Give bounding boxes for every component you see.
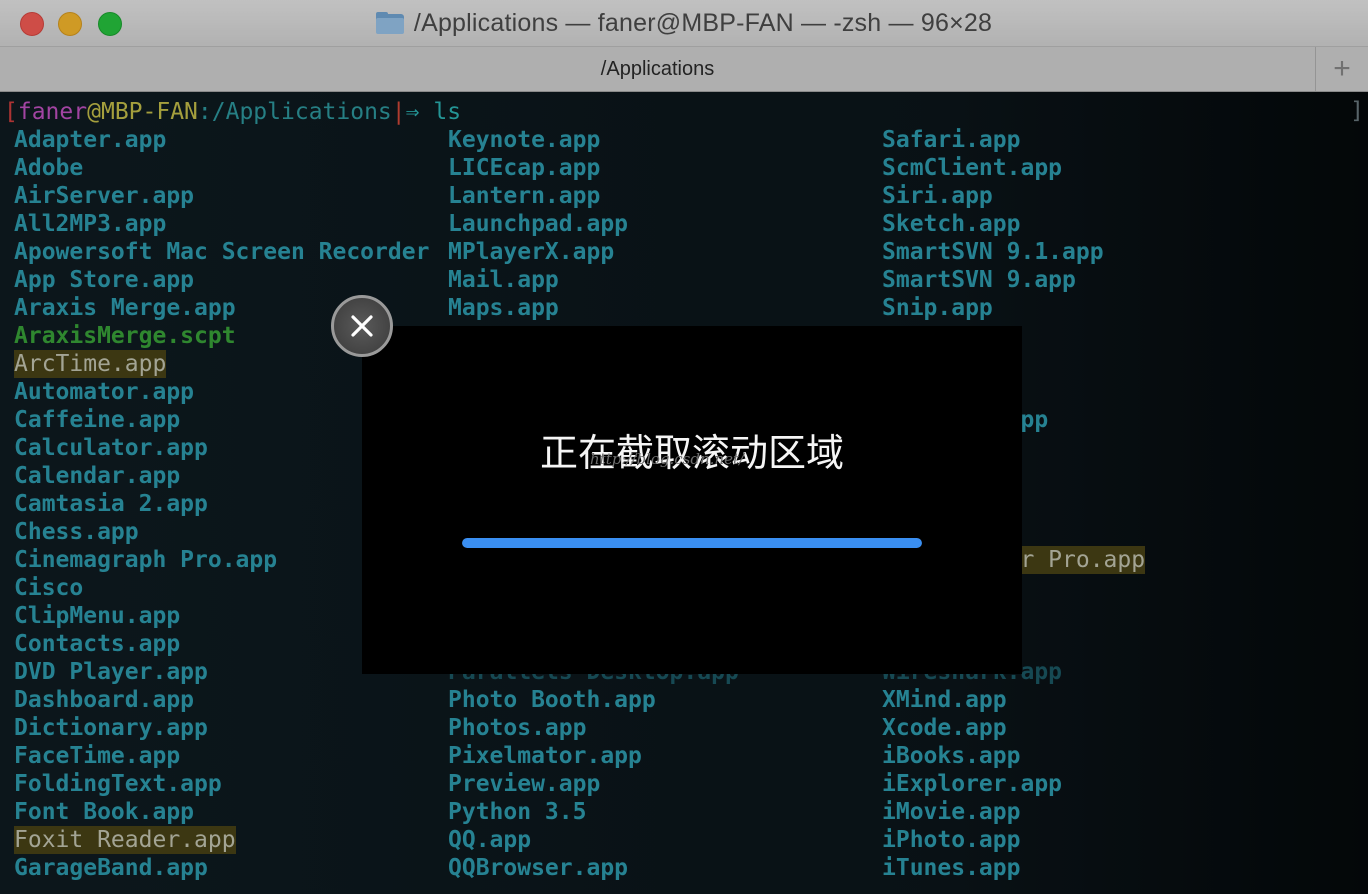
- prompt-path: /Applications: [211, 99, 392, 125]
- list-item: Adobe: [14, 155, 84, 181]
- new-tab-button[interactable]: +: [1316, 47, 1368, 91]
- list-item: Snip.app: [882, 295, 993, 321]
- tab-bar: /Applications +: [0, 47, 1368, 92]
- list-item: App Store.app: [14, 267, 195, 293]
- list-item: Foxit Reader.app: [14, 826, 236, 854]
- list-item: Maps.app: [448, 295, 559, 321]
- list-item: FaceTime.app: [14, 743, 181, 769]
- prompt-bar: |: [391, 99, 406, 125]
- shell-prompt: [faner@MBP-FAN:/Applications|⇒ ls: [4, 98, 461, 126]
- list-item: iMovie.app: [882, 799, 1021, 825]
- prompt-host: MBP-FAN: [100, 99, 198, 125]
- folder-icon: [375, 12, 404, 34]
- list-item: QQ.app: [448, 827, 532, 853]
- title-bar[interactable]: /Applications — faner@MBP-FAN — -zsh — 9…: [0, 0, 1368, 47]
- list-item: Caffeine.app: [14, 407, 181, 433]
- list-item: Photo Booth.app: [448, 687, 656, 713]
- list-item: DVD Player.app: [14, 659, 208, 685]
- list-item: Adapter.app: [14, 127, 167, 153]
- close-icon: [351, 315, 373, 337]
- list-item: Chess.app: [14, 519, 139, 545]
- list-item: Safari.app: [882, 127, 1021, 153]
- list-item: MPlayerX.app: [448, 239, 615, 265]
- watermark-text: http://blog.csdn.net/: [590, 450, 745, 468]
- list-item: iExplorer.app: [882, 771, 1063, 797]
- list-item: Camtasia 2.app: [14, 491, 208, 517]
- list-item: SmartSVN 9.1.app: [882, 239, 1104, 265]
- prompt-arrow: ⇒: [405, 99, 420, 125]
- list-item: FoldingText.app: [14, 771, 222, 797]
- prompt-user: faner: [17, 99, 88, 125]
- prompt-command: ls: [433, 99, 462, 125]
- list-item: iBooks.app: [882, 743, 1021, 769]
- list-item: Sketch.app: [882, 211, 1021, 237]
- close-dialog-button[interactable]: [331, 295, 393, 357]
- scroll-capture-dialog: 正在截取滚动区域 http://blog.csdn.net/: [362, 326, 1022, 674]
- window-title: /Applications — faner@MBP-FAN — -zsh — 9…: [413, 8, 993, 37]
- list-item: Xcode.app: [882, 715, 1007, 741]
- list-item: AraxisMerge.scpt: [14, 323, 236, 349]
- list-item: iTunes.app: [882, 855, 1021, 881]
- prompt-sep: :: [197, 99, 212, 125]
- prompt-close-bracket: ]: [1350, 98, 1364, 124]
- list-item: ArcTime.app: [14, 350, 167, 378]
- list-item: Cinemagraph Pro.app: [14, 547, 278, 573]
- list-item: Araxis Merge.app: [14, 295, 236, 321]
- list-item: ClipMenu.app: [14, 603, 181, 629]
- list-item: Mail.app: [448, 267, 559, 293]
- title-wrap: /Applications — faner@MBP-FAN — -zsh — 9…: [0, 0, 1368, 46]
- list-item: All2MP3.app: [14, 211, 167, 237]
- list-item: Launchpad.app: [448, 211, 629, 237]
- list-item: SmartSVN 9.app: [882, 267, 1076, 293]
- list-item: Dictionary.app: [14, 715, 208, 741]
- list-item: Apowersoft Mac Screen Recorder: [14, 239, 430, 265]
- list-item: Siri.app: [882, 183, 993, 209]
- list-item: Lantern.app: [448, 183, 601, 209]
- progress-bar: [462, 538, 922, 548]
- list-item: Photos.app: [448, 715, 587, 741]
- list-item: Pixelmator.app: [448, 743, 642, 769]
- list-item: iPhoto.app: [882, 827, 1021, 853]
- progress-fill: [462, 538, 922, 548]
- terminal-window: /Applications — faner@MBP-FAN — -zsh — 9…: [0, 0, 1368, 894]
- list-item: XMind.app: [882, 687, 1007, 713]
- list-item: Font Book.app: [14, 799, 195, 825]
- list-item: Contacts.app: [14, 631, 181, 657]
- list-item: ScmClient.app: [882, 155, 1063, 181]
- list-item: Calendar.app: [14, 463, 181, 489]
- list-item: QQBrowser.app: [448, 855, 629, 881]
- list-item: Keynote.app: [448, 127, 601, 153]
- list-item: AirServer.app: [14, 183, 195, 209]
- list-item: Cisco: [14, 575, 84, 601]
- list-item: Dashboard.app: [14, 687, 195, 713]
- list-item: Automator.app: [14, 379, 195, 405]
- prompt-at: @: [87, 99, 101, 125]
- tab-applications[interactable]: /Applications: [0, 47, 1316, 91]
- list-item: Calculator.app: [14, 435, 208, 461]
- list-item: Python 3.5: [448, 799, 587, 825]
- list-item: GarageBand.app: [14, 855, 208, 881]
- list-item: LICEcap.app: [448, 155, 601, 181]
- prompt-open-bracket: [: [4, 99, 18, 125]
- list-item: Preview.app: [448, 771, 601, 797]
